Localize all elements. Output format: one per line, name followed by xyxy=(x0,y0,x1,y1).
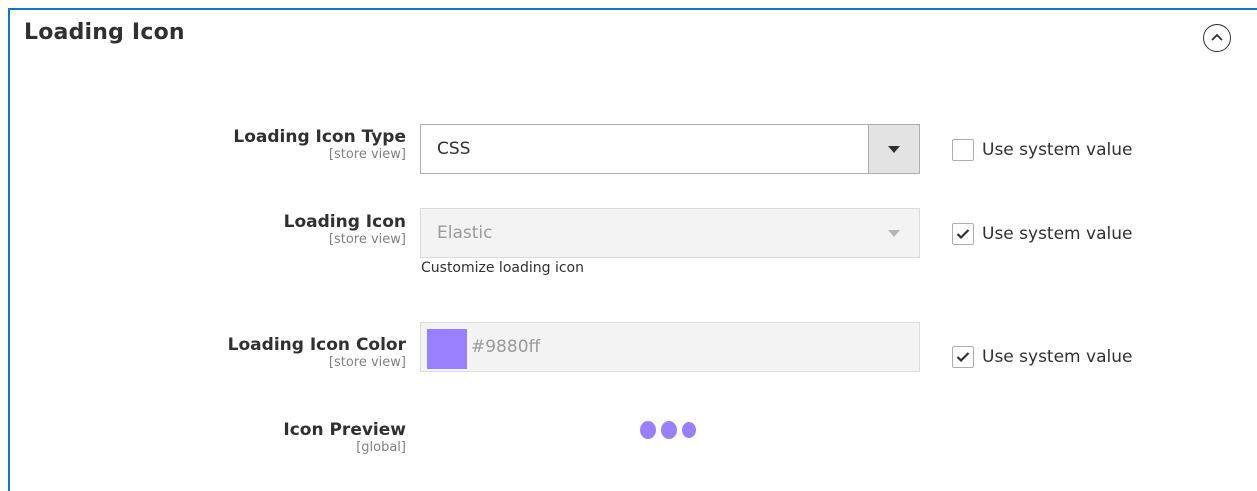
caret-down-icon xyxy=(888,145,900,153)
icon-type-label: Loading Icon Type xyxy=(233,127,406,147)
use-system-label: Use system value xyxy=(982,224,1133,244)
icon-label: Loading Icon xyxy=(283,212,406,232)
icon-scope: [store view] xyxy=(328,232,406,247)
icon-color-scope: [store view] xyxy=(328,355,406,370)
use-system-checkbox[interactable] xyxy=(952,223,974,245)
icon-color-label-group: Loading Icon Color [store view] xyxy=(228,335,406,371)
icon-type-value: CSS xyxy=(437,139,471,159)
use-system-checkbox[interactable] xyxy=(952,346,974,368)
preview-label: Icon Preview xyxy=(283,420,406,440)
checkmark-icon xyxy=(956,352,970,363)
icon-type-label-group: Loading Icon Type [store view] xyxy=(233,127,406,163)
use-system-checkbox[interactable] xyxy=(952,139,974,161)
preview-scope: [global] xyxy=(356,440,406,455)
icon-value: Elastic xyxy=(437,223,493,243)
use-system-label: Use system value xyxy=(982,140,1133,160)
caret-down-icon xyxy=(888,229,900,237)
icon-label-group: Loading Icon [store view] xyxy=(284,212,406,248)
icon-color-label: Loading Icon Color xyxy=(227,335,406,355)
preview-dot xyxy=(640,421,656,439)
preview-dot xyxy=(661,421,677,439)
section-title[interactable]: Loading Icon xyxy=(24,20,185,45)
use-system-label: Use system value xyxy=(982,347,1133,367)
preview-label-group: Icon Preview [global] xyxy=(283,420,406,456)
icon-note: Customize loading icon xyxy=(421,260,584,276)
icon-use-system[interactable]: Use system value xyxy=(952,223,1132,245)
color-swatch[interactable] xyxy=(427,329,467,369)
dropdown-arrow[interactable] xyxy=(869,209,919,257)
checkmark-icon xyxy=(956,229,970,240)
icon-type-use-system[interactable]: Use system value xyxy=(952,139,1132,161)
loading-preview-icon xyxy=(640,421,696,439)
icon-color-use-system[interactable]: Use system value xyxy=(952,346,1132,368)
chevron-up-icon xyxy=(1211,33,1223,41)
icon-select[interactable]: Elastic xyxy=(420,208,920,258)
icon-type-select[interactable]: CSS xyxy=(420,124,920,174)
icon-color-value: #9880ff xyxy=(471,337,541,357)
collapse-button[interactable] xyxy=(1203,24,1231,52)
icon-type-scope: [store view] xyxy=(328,147,406,162)
dropdown-arrow[interactable] xyxy=(868,125,919,173)
preview-dot xyxy=(682,422,696,438)
icon-color-input[interactable]: #9880ff xyxy=(420,322,920,372)
